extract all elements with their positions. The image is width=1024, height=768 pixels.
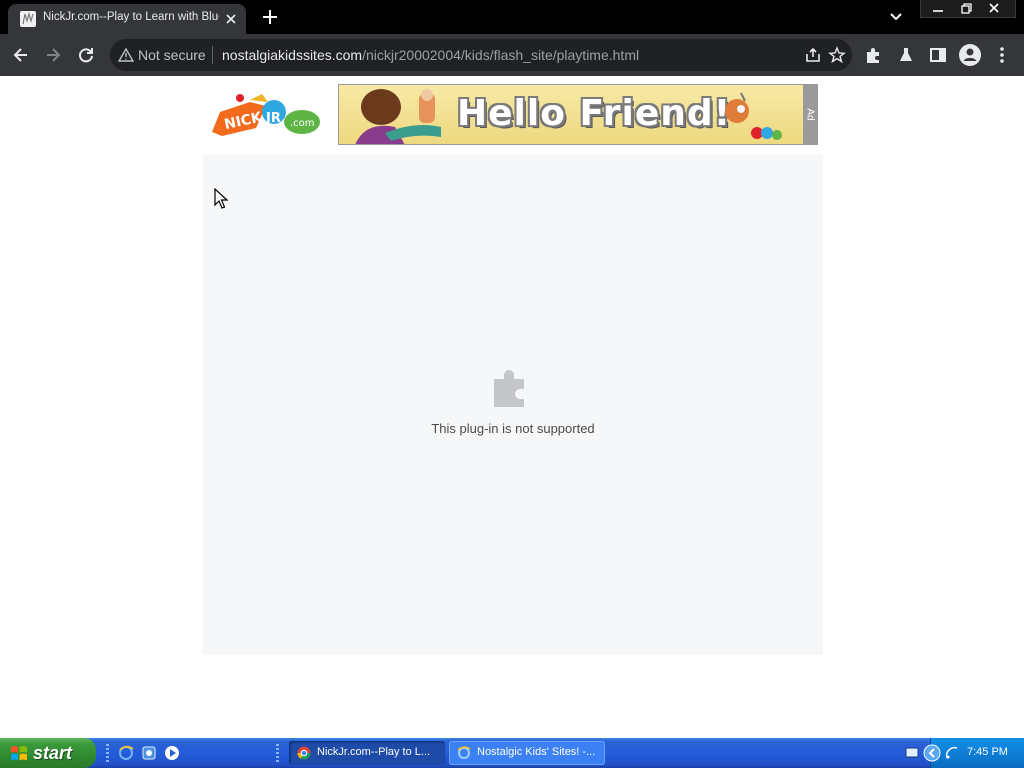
site-favicon-icon — [20, 11, 36, 27]
ad-character-art — [355, 89, 441, 144]
system-tray: 7:45 PM — [923, 738, 1024, 768]
media-player-quicklaunch-icon[interactable] — [164, 745, 180, 761]
tab-active[interactable]: NickJr.com--Play to Learn with Blue's Cl… — [8, 4, 246, 34]
chrome-icon — [297, 746, 311, 760]
tray-chevron-icon[interactable] — [923, 744, 941, 762]
new-tab-icon[interactable] — [258, 6, 282, 28]
task-button-nickjr[interactable]: NickJr.com--Play to L... — [289, 741, 445, 765]
tab-title: NickJr.com--Play to Learn with Blue's Cl… — [43, 11, 219, 23]
start-button[interactable]: start — [0, 738, 96, 768]
svg-text:JR.: JR. — [265, 111, 286, 126]
restore-icon[interactable] — [955, 1, 977, 17]
network-icon[interactable] — [945, 746, 959, 760]
url-host: nostalgiakidssites.com — [222, 47, 363, 63]
task-label: Nostalgic Kids' Sites! -... — [477, 746, 596, 758]
windows-logo-icon — [11, 746, 27, 761]
share-icon[interactable] — [804, 46, 822, 64]
web-page: NICK JR. .com Hello Friend! Ad This plug… — [0, 76, 1024, 734]
ie-icon — [457, 746, 471, 759]
extensions-icon[interactable] — [864, 45, 884, 65]
ad-banner[interactable]: Hello Friend! Ad — [338, 84, 818, 145]
ad-choices-tag[interactable]: Ad — [803, 85, 817, 144]
ad-tag-label: Ad — [804, 108, 816, 121]
clock[interactable]: 7:45 PM — [967, 746, 1008, 758]
taskbar-grip — [106, 744, 109, 762]
url-text[interactable]: nostalgiakidssites.com/nickjr20002004/ki… — [222, 47, 639, 63]
flash-plugin-placeholder: This plug-in is not supported — [203, 155, 823, 655]
side-panel-icon[interactable] — [928, 45, 948, 65]
reload-icon[interactable] — [76, 45, 96, 65]
tab-strip: NickJr.com--Play to Learn with Blue's Cl… — [0, 0, 1024, 34]
back-arrow-icon[interactable] — [11, 45, 31, 65]
mouse-pointer-icon — [214, 187, 229, 210]
window-controls — [920, 0, 1016, 18]
minimize-icon[interactable] — [927, 1, 949, 17]
puzzle-piece-icon — [490, 365, 534, 409]
browser-toolbar: Not secure nostalgiakidssites.com/nickjr… — [0, 34, 1024, 76]
warning-icon[interactable] — [117, 47, 135, 63]
lab-flask-icon[interactable] — [896, 45, 916, 65]
ie-quicklaunch-icon[interactable] — [118, 745, 134, 761]
outlook-quicklaunch-icon[interactable] — [141, 745, 157, 761]
svg-text:.com: .com — [290, 118, 315, 129]
taskbar: start NickJr.com--Play to L... Nostalgic… — [0, 738, 1024, 768]
ad-mascot-art — [725, 92, 782, 140]
bookmark-star-icon[interactable] — [828, 46, 846, 64]
address-bar[interactable]: Not secure nostalgiakidssites.com/nickjr… — [110, 39, 852, 71]
profile-avatar-icon[interactable] — [959, 44, 981, 66]
ad-headline: Hello Friend! — [457, 93, 732, 134]
start-label: start — [33, 743, 73, 763]
plugin-unsupported-message: This plug-in is not supported — [431, 421, 595, 436]
close-window-icon[interactable] — [983, 1, 1005, 17]
nick-jr-logo[interactable]: NICK JR. .com — [210, 92, 322, 140]
chevron-down-icon[interactable] — [886, 8, 906, 26]
menu-dots-icon[interactable] — [992, 45, 1012, 65]
forward-arrow-icon[interactable] — [43, 45, 63, 65]
url-path: /nickjr20002004/kids/flash_site/playtime… — [362, 47, 640, 63]
task-button-nostalgic[interactable]: Nostalgic Kids' Sites! -... — [449, 741, 605, 765]
taskbar-grip-2 — [276, 744, 279, 762]
security-label[interactable]: Not secure — [138, 47, 206, 63]
close-tab-icon[interactable] — [222, 10, 240, 28]
task-label: NickJr.com--Play to L... — [317, 746, 431, 758]
omnibox-divider — [212, 46, 213, 64]
